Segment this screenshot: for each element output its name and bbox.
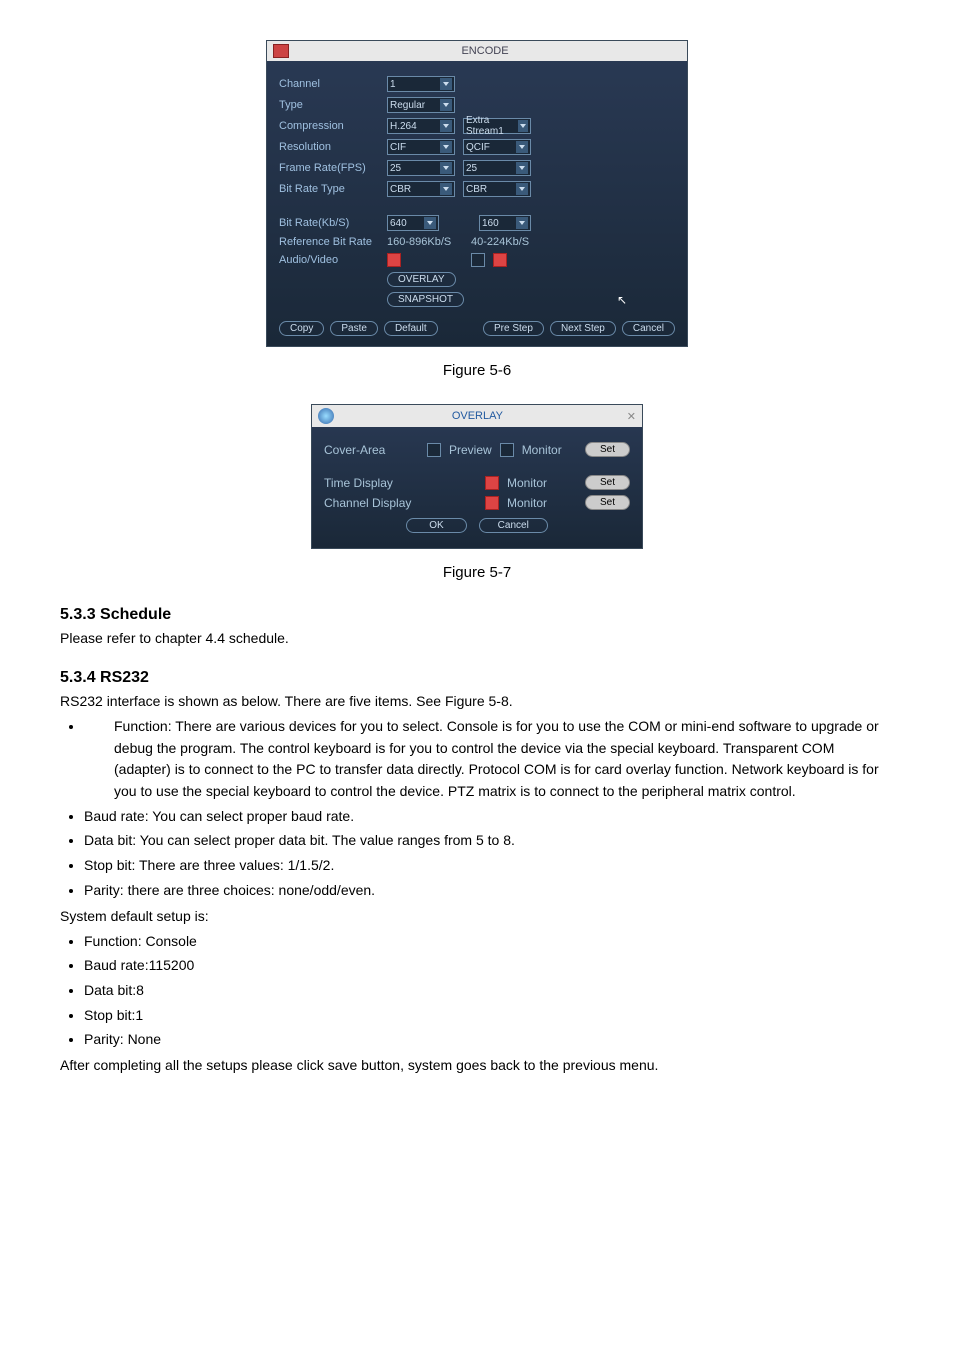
cursor-icon: ↖ bbox=[617, 293, 627, 307]
refbr-label: Reference Bit Rate bbox=[279, 236, 379, 248]
chevron-down-icon bbox=[516, 217, 528, 229]
figure-5-7-caption: Figure 5-7 bbox=[60, 564, 894, 581]
rs232-heading: 5.3.4 RS232 bbox=[60, 669, 894, 687]
channel-display-label: Channel Display bbox=[324, 496, 419, 510]
close-icon[interactable]: ✕ bbox=[627, 410, 636, 423]
default-parity: Parity: None bbox=[84, 1029, 894, 1051]
fps-label: Frame Rate(FPS) bbox=[279, 162, 379, 174]
default-button[interactable]: Default bbox=[384, 321, 438, 336]
default-baud: Baud rate:115200 bbox=[84, 955, 894, 977]
overlay-body: Cover-Area Preview Monitor Set Time Disp… bbox=[312, 427, 642, 548]
bullet-stopbit: Stop bit: There are three values: 1/1.5/… bbox=[84, 855, 894, 877]
resolution-select-right[interactable]: QCIF bbox=[463, 139, 531, 155]
rs232-intro: RS232 interface is shown as below. There… bbox=[60, 691, 894, 712]
preview-label: Preview bbox=[449, 443, 492, 457]
monitor-channel-check[interactable] bbox=[485, 496, 499, 510]
copy-button[interactable]: Copy bbox=[279, 321, 324, 336]
encode-titlebar: ENCODE bbox=[267, 41, 687, 61]
refbr-right: 40-224Kb/S bbox=[471, 236, 529, 248]
compression-label: Compression bbox=[279, 120, 379, 132]
rs232-defaults: Function: Console Baud rate:115200 Data … bbox=[84, 931, 894, 1051]
bullet-baud: Baud rate: You can select proper baud ra… bbox=[84, 806, 894, 828]
chevron-down-icon bbox=[518, 120, 528, 132]
fps-select-right[interactable]: 25 bbox=[463, 160, 531, 176]
monitor-channel-label: Monitor bbox=[507, 496, 547, 510]
bullet-parity: Parity: there are three choices: none/od… bbox=[84, 880, 894, 902]
overlay-dialog-wrapper: OVERLAY ✕ Cover-Area Preview Monitor Set… bbox=[60, 404, 894, 549]
type-select[interactable]: Regular bbox=[387, 97, 455, 113]
chevron-down-icon bbox=[440, 78, 452, 90]
preview-check[interactable] bbox=[427, 443, 441, 457]
chevron-down-icon bbox=[440, 120, 452, 132]
overlay-titlebar: OVERLAY ✕ bbox=[312, 405, 642, 427]
chevron-down-icon bbox=[440, 183, 452, 195]
compression-select-left[interactable]: H.264 bbox=[387, 118, 455, 134]
prestep-button[interactable]: Pre Step bbox=[483, 321, 544, 336]
av-check-right1[interactable] bbox=[471, 253, 485, 267]
paste-button[interactable]: Paste bbox=[330, 321, 378, 336]
channel-label: Channel bbox=[279, 78, 379, 90]
bullet-databit: Data bit: You can select proper data bit… bbox=[84, 830, 894, 852]
default-intro: System default setup is: bbox=[60, 906, 894, 927]
set-cover-button[interactable]: Set bbox=[585, 442, 630, 457]
default-function: Function: Console bbox=[84, 931, 894, 953]
bullet-function: Function: There are various devices for … bbox=[84, 716, 894, 803]
encode-dialog: ENCODE Channel 1 Type Regular Compressio… bbox=[266, 40, 688, 347]
bitrate-select-right[interactable]: 160 bbox=[479, 215, 531, 231]
chevron-down-icon bbox=[440, 99, 452, 111]
brtype-select-right[interactable]: CBR bbox=[463, 181, 531, 197]
av-check-left[interactable] bbox=[387, 253, 401, 267]
overlay-title: OVERLAY bbox=[334, 410, 621, 422]
monitor-cover-check[interactable] bbox=[500, 443, 514, 457]
resolution-select-left[interactable]: CIF bbox=[387, 139, 455, 155]
overlay-dialog: OVERLAY ✕ Cover-Area Preview Monitor Set… bbox=[311, 404, 643, 549]
cover-area-label: Cover-Area bbox=[324, 443, 419, 457]
av-label: Audio/Video bbox=[279, 254, 379, 266]
chevron-down-icon bbox=[424, 217, 436, 229]
cancel-button[interactable]: Cancel bbox=[622, 321, 675, 336]
brtype-select-left[interactable]: CBR bbox=[387, 181, 455, 197]
default-databit: Data bit:8 bbox=[84, 980, 894, 1002]
overlay-title-icon bbox=[318, 408, 334, 424]
encode-title: ENCODE bbox=[289, 45, 681, 57]
nextstep-button[interactable]: Next Step bbox=[550, 321, 616, 336]
default-stopbit: Stop bit:1 bbox=[84, 1005, 894, 1027]
chevron-down-icon bbox=[440, 141, 452, 153]
bitrate-select-left[interactable]: 640 bbox=[387, 215, 439, 231]
compression-select-right[interactable]: Extra Stream1 bbox=[463, 118, 531, 134]
rs232-after: After completing all the setups please c… bbox=[60, 1055, 894, 1076]
set-time-button[interactable]: Set bbox=[585, 475, 630, 490]
time-display-label: Time Display bbox=[324, 476, 419, 490]
bitrate-label: Bit Rate(Kb/S) bbox=[279, 217, 379, 229]
type-label: Type bbox=[279, 99, 379, 111]
fps-select-left[interactable]: 25 bbox=[387, 160, 455, 176]
encode-dialog-wrapper: ENCODE Channel 1 Type Regular Compressio… bbox=[60, 40, 894, 347]
encode-body: Channel 1 Type Regular Compression H.264… bbox=[267, 61, 687, 346]
schedule-heading: 5.3.3 Schedule bbox=[60, 606, 894, 624]
av-check-right2[interactable] bbox=[493, 253, 507, 267]
monitor-cover-label: Monitor bbox=[522, 443, 562, 457]
rs232-bullets: Function: There are various devices for … bbox=[84, 716, 894, 902]
schedule-body: Please refer to chapter 4.4 schedule. bbox=[60, 628, 894, 649]
channel-select[interactable]: 1 bbox=[387, 76, 455, 92]
set-channel-button[interactable]: Set bbox=[585, 495, 630, 510]
chevron-down-icon bbox=[516, 141, 528, 153]
overlay-cancel-button[interactable]: Cancel bbox=[479, 518, 548, 533]
ok-button[interactable]: OK bbox=[406, 518, 466, 533]
figure-5-6-caption: Figure 5-6 bbox=[60, 362, 894, 379]
chevron-down-icon bbox=[440, 162, 452, 174]
encode-title-icon bbox=[273, 44, 289, 58]
overlay-button[interactable]: OVERLAY bbox=[387, 272, 456, 287]
monitor-time-label: Monitor bbox=[507, 476, 547, 490]
snapshot-button[interactable]: SNAPSHOT bbox=[387, 292, 464, 307]
resolution-label: Resolution bbox=[279, 141, 379, 153]
chevron-down-icon bbox=[516, 183, 528, 195]
monitor-time-check[interactable] bbox=[485, 476, 499, 490]
chevron-down-icon bbox=[516, 162, 528, 174]
refbr-left: 160-896Kb/S bbox=[387, 236, 463, 248]
brtype-label: Bit Rate Type bbox=[279, 183, 379, 195]
